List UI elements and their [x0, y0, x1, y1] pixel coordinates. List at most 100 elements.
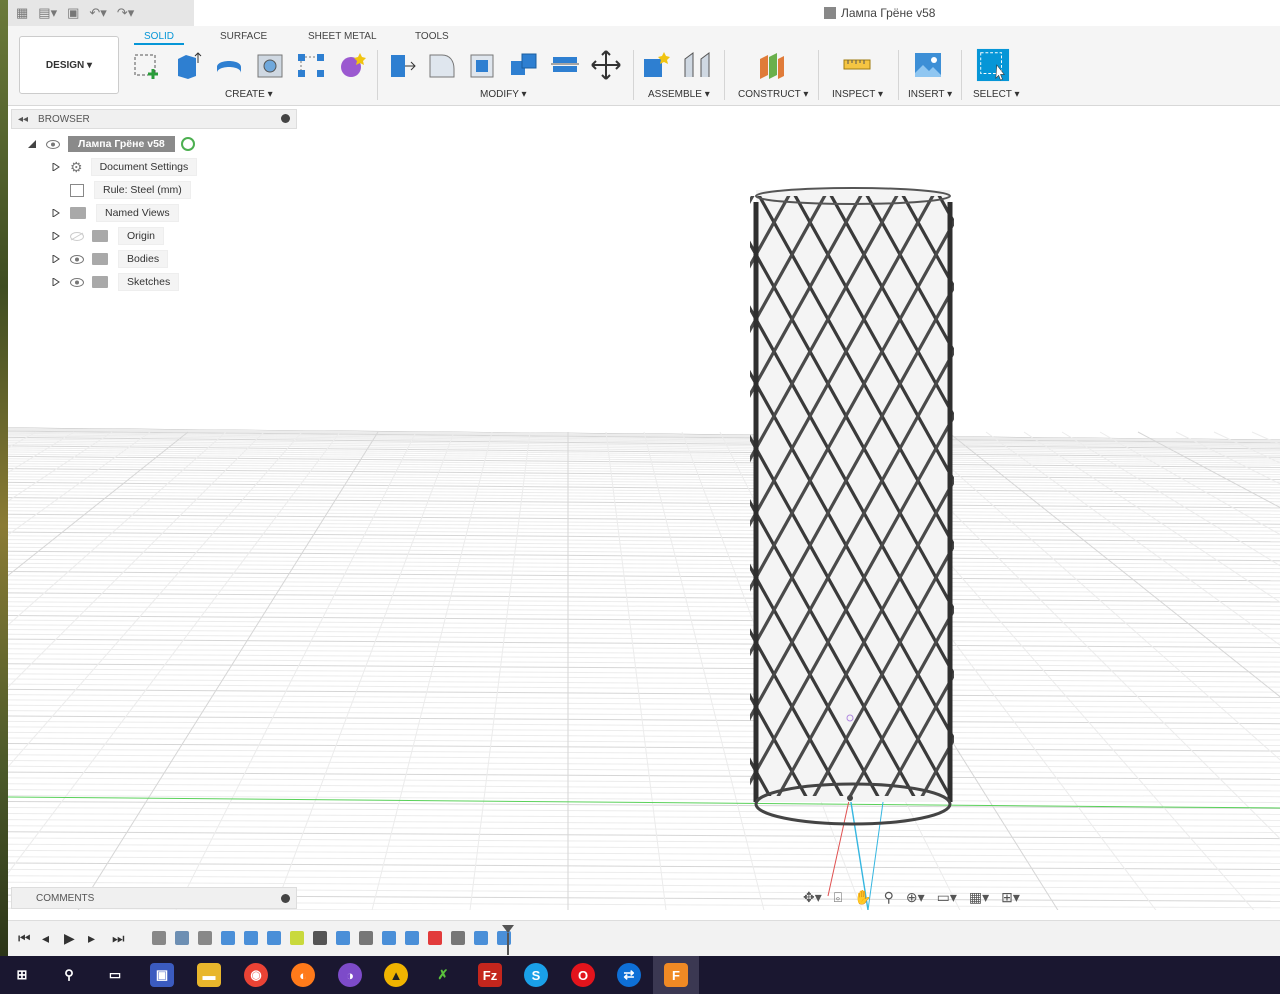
timeline-feature-icon[interactable] — [152, 931, 166, 945]
timeline-feature-icon[interactable] — [313, 931, 327, 945]
collapse-left-icon[interactable]: ◂◂ — [18, 114, 28, 125]
joint-icon[interactable] — [680, 48, 714, 82]
step-back-icon[interactable]: ◂ — [42, 930, 49, 947]
app-grid-icon[interactable]: ▦ — [16, 5, 28, 21]
grid-settings-icon[interactable]: ▦▾ — [969, 889, 989, 906]
timeline-feature-icon[interactable] — [244, 931, 258, 945]
zoom-icon[interactable]: ⚲ — [884, 889, 894, 906]
timeline-feature-icon[interactable] — [359, 931, 373, 945]
hidden-eye-icon[interactable] — [70, 231, 84, 241]
press-pull-icon[interactable] — [384, 48, 418, 82]
windows-start-icon[interactable]: ⊞ — [10, 963, 34, 987]
offset-plane-icon[interactable] — [755, 48, 789, 82]
search-icon[interactable]: ⚲ — [57, 963, 81, 987]
visibility-eye-icon[interactable] — [70, 254, 84, 264]
timeline-feature-icon[interactable] — [198, 931, 212, 945]
sketches-node[interactable]: Sketches — [52, 273, 180, 291]
task-view-icon[interactable]: ▭ — [103, 963, 127, 987]
root-node-label[interactable]: Лампа Грёне v58 — [68, 136, 175, 152]
timeline-feature-icon[interactable] — [428, 931, 442, 945]
look-at-icon[interactable]: ⌻ — [834, 889, 842, 906]
go-to-end-icon[interactable]: ⏭ — [112, 930, 125, 947]
go-to-start-icon[interactable]: ⏮ — [18, 930, 31, 947]
extrude-icon[interactable] — [171, 48, 205, 82]
insert-group-label[interactable]: INSERT ▾ — [908, 89, 952, 100]
collapsed-triangle-icon[interactable] — [52, 209, 60, 217]
opera-icon[interactable]: O — [571, 963, 595, 987]
tab-solid[interactable]: SOLID — [134, 31, 185, 45]
archiver-icon[interactable]: ▲ — [384, 963, 408, 987]
save-app-icon[interactable]: ▣ — [150, 963, 174, 987]
skype-icon[interactable]: S — [524, 963, 548, 987]
file-menu-icon[interactable]: ▤▾ — [38, 5, 57, 21]
tab-sheet-metal[interactable]: SHEET METAL — [308, 31, 377, 42]
bodies-node[interactable]: Bodies — [52, 250, 169, 268]
collapsed-triangle-icon[interactable] — [52, 163, 60, 171]
revolve-icon[interactable] — [212, 48, 246, 82]
rule-label[interactable]: Rule: Steel (mm) — [94, 181, 191, 199]
select-icon[interactable] — [976, 48, 1010, 82]
measure-icon[interactable] — [840, 48, 874, 82]
filezilla-icon[interactable]: Fz — [478, 963, 502, 987]
undo-icon[interactable]: ↶▾ — [89, 5, 106, 21]
shell-icon[interactable] — [466, 48, 500, 82]
origin-label[interactable]: Origin — [118, 227, 165, 245]
move-copy-icon[interactable] — [589, 48, 623, 82]
timeline-feature-icon[interactable] — [290, 931, 304, 945]
insert-image-icon[interactable] — [911, 48, 945, 82]
tab-tools[interactable]: TOOLS — [415, 31, 449, 42]
modify-group-label[interactable]: MODIFY ▾ — [480, 89, 527, 100]
collapsed-triangle-icon[interactable] — [52, 278, 60, 286]
timeline-feature-icon[interactable] — [267, 931, 281, 945]
hole-icon[interactable] — [253, 48, 287, 82]
pattern-icon[interactable] — [294, 48, 328, 82]
comments-panel-header[interactable]: COMMENTS — [11, 887, 297, 909]
document-settings-node[interactable]: ⚙ Document Settings — [52, 158, 198, 176]
tab-surface[interactable]: SURFACE — [220, 31, 267, 42]
3d-viewport[interactable] — [8, 106, 1280, 910]
timeline-feature-icon[interactable] — [405, 931, 419, 945]
rule-node[interactable]: Rule: Steel (mm) — [70, 181, 191, 199]
display-settings-icon[interactable]: ▭▾ — [937, 889, 957, 906]
origin-node[interactable]: Origin — [52, 227, 165, 245]
fit-icon[interactable]: ⊕▾ — [906, 889, 925, 906]
firefox-icon[interactable]: ◐ — [291, 963, 315, 987]
workspace-switch-button[interactable]: DESIGN ▾ — [19, 36, 119, 94]
collapsed-triangle-icon[interactable] — [52, 255, 60, 263]
timeline-feature-icon[interactable] — [382, 931, 396, 945]
orbit-icon[interactable]: ✥▾ — [803, 889, 822, 906]
chrome-icon[interactable]: ◉ — [244, 963, 268, 987]
root-node[interactable]: Лампа Грёне v58 — [28, 135, 195, 153]
git-icon[interactable]: ✗ — [431, 963, 455, 987]
create-group-label[interactable]: CREATE ▾ — [225, 89, 273, 100]
play-icon[interactable]: ▶ — [64, 930, 75, 947]
bodies-label[interactable]: Bodies — [118, 250, 169, 268]
select-group-label[interactable]: SELECT ▾ — [973, 89, 1020, 100]
combine-icon[interactable] — [507, 48, 541, 82]
new-component-icon[interactable] — [639, 48, 673, 82]
file-explorer-icon[interactable]: ▬ — [197, 963, 221, 987]
create-sketch-icon[interactable] — [130, 48, 164, 82]
sketches-label[interactable]: Sketches — [118, 273, 180, 291]
teamviewer-icon[interactable]: ⇄ — [617, 963, 641, 987]
document-settings-label[interactable]: Document Settings — [90, 158, 198, 176]
timeline-feature-icon[interactable] — [221, 931, 235, 945]
save-icon[interactable]: ▣ — [67, 5, 79, 21]
collapsed-triangle-icon[interactable] — [52, 232, 60, 240]
add-comment-icon[interactable] — [281, 894, 290, 903]
expanded-triangle-icon[interactable] — [28, 140, 36, 148]
visibility-eye-icon[interactable] — [70, 277, 84, 287]
visibility-eye-icon[interactable] — [46, 139, 60, 149]
minimize-browser-icon[interactable] — [281, 114, 290, 123]
timeline-feature-icon[interactable] — [336, 931, 350, 945]
viewports-icon[interactable]: ⊞▾ — [1001, 889, 1020, 906]
timeline-feature-icon[interactable] — [175, 931, 189, 945]
split-body-icon[interactable] — [548, 48, 582, 82]
inspect-group-label[interactable]: INSPECT ▾ — [832, 89, 883, 100]
redo-icon[interactable]: ↷▾ — [117, 5, 134, 21]
assemble-group-label[interactable]: ASSEMBLE ▾ — [648, 89, 710, 100]
fillet-icon[interactable] — [425, 48, 459, 82]
tor-browser-icon[interactable]: ◑ — [338, 963, 362, 987]
pan-hand-icon[interactable]: ✋ — [854, 889, 871, 906]
browser-panel-header[interactable]: ◂◂ BROWSER — [11, 109, 297, 129]
